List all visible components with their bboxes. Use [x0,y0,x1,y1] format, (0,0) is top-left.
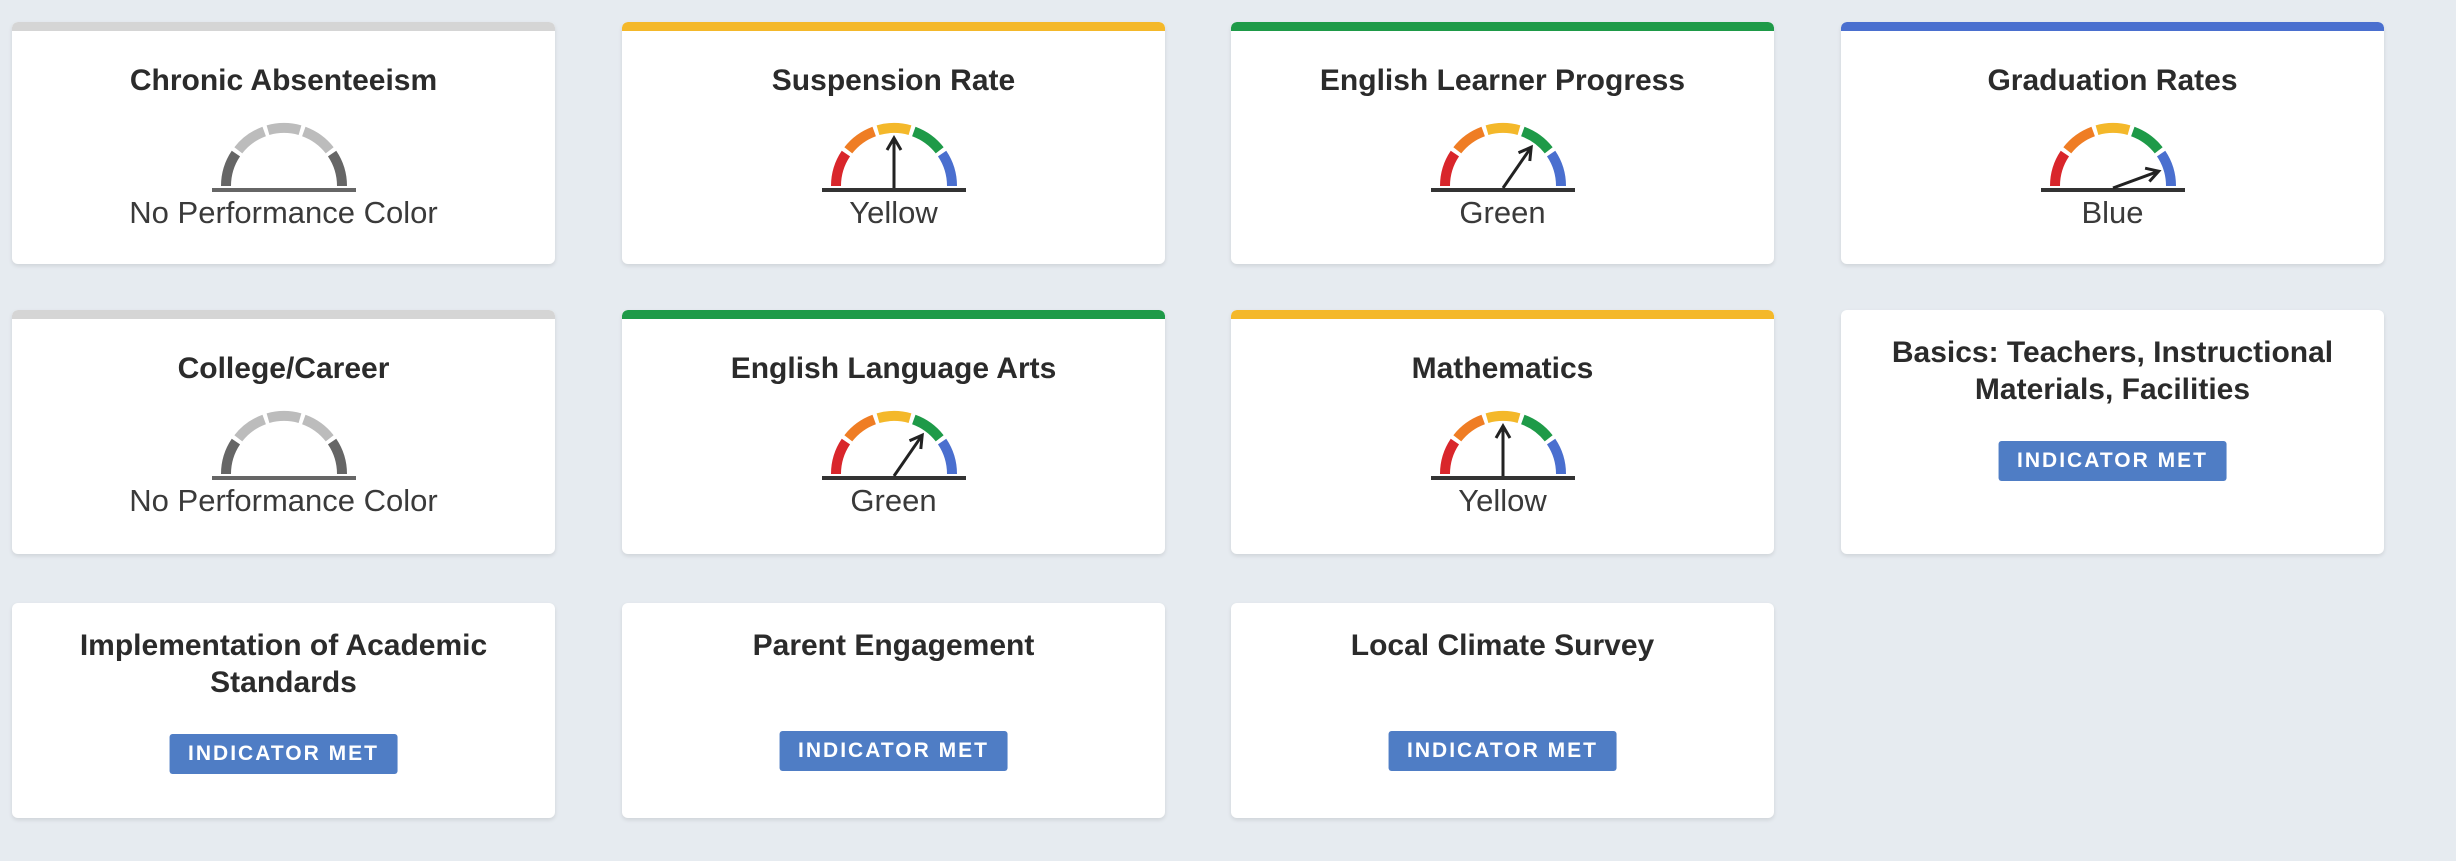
performance-gauge-icon [821,122,966,192]
performance-status: Green [1459,195,1546,230]
card-title: English Language Arts [730,352,1057,385]
performance-status: Yellow [849,195,938,230]
performance-color-bar [1841,22,2384,31]
gauge-segment [220,150,240,187]
card-title: Implementation of Academic Standards [22,627,545,701]
gauge-segment [1439,150,1459,187]
english-learner-progress-card[interactable]: English Learner Progress Green [1231,22,1774,264]
college-career-card[interactable]: College/Career No Performance Color [12,310,555,554]
gauge-segment [327,150,347,187]
gauge-segment [327,438,347,475]
chronic-absenteeism-card[interactable]: Chronic Absenteeism No Performance Color [12,22,555,264]
gauge-segment [233,126,266,154]
performance-gauge-icon [211,410,356,480]
indicator-met-badge: INDICATOR MET [169,734,398,774]
english-language-arts-card[interactable]: English Language Arts Green [622,310,1165,554]
gauge-segment [266,122,301,136]
gauge-segment [301,414,334,442]
parent-engagement-card[interactable]: Parent Engagement INDICATOR MET [622,603,1165,818]
gauge-segment [830,438,850,475]
card-title: English Learner Progress [1319,64,1686,97]
performance-gauge-icon [2040,122,2185,192]
gauge-segment [876,410,911,424]
card-title-line: Basics: Teachers, Instructional [1891,336,2334,369]
gauge-segment [937,150,957,187]
suspension-rate-card[interactable]: Suspension Rate Yellow [622,22,1165,264]
performance-status: No Performance Color [129,483,438,518]
card-title: Suspension Rate [771,64,1016,97]
gauge-segment [2095,122,2130,136]
indicator-met-badge: INDICATOR MET [1388,731,1617,771]
gauge-segment [843,126,876,154]
gauge-segment [1520,414,1553,442]
gauge-segment [266,410,301,424]
implementation-of-academic-standards-card[interactable]: Implementation of Academic Standards IND… [12,603,555,818]
gauge-segment [843,414,876,442]
performance-color-bar [622,310,1165,319]
card-title: Local Climate Survey [1350,629,1655,662]
card-title: Mathematics [1411,352,1594,385]
performance-color-bar [12,22,555,31]
gauge-segment [2049,150,2069,187]
indicator-met-badge: INDICATOR MET [1998,441,2227,481]
gauge-segment [1452,414,1485,442]
gauge-segment [301,126,334,154]
performance-gauge-icon [1430,410,1575,480]
card-title-line: Standards [210,666,357,699]
gauge-segment [1452,126,1485,154]
card-title: Basics: Teachers, Instructional Material… [1851,334,2374,408]
gauge-segment [1520,126,1553,154]
card-title-line: Implementation of Academic [79,629,488,662]
graduation-rates-card[interactable]: Graduation Rates Blue [1841,22,2384,264]
card-title: Parent Engagement [752,629,1035,662]
local-climate-survey-card[interactable]: Local Climate Survey INDICATOR MET [1231,603,1774,818]
gauge-segment [233,414,266,442]
card-title-line: Materials, Facilities [1974,373,2251,406]
gauge-segment [1485,122,1520,136]
dashboard: { "colors": { "red": "#d9262b", "orange"… [0,0,2456,861]
gauge-segment [2156,150,2176,187]
gauge-segment [2062,126,2095,154]
gauge-segment [911,126,944,154]
card-title: College/Career [177,352,390,385]
basics-card[interactable]: Basics: Teachers, Instructional Material… [1841,310,2384,554]
performance-status: Green [850,483,937,518]
gauge-segment [1546,150,1566,187]
gauge-segment [1485,410,1520,424]
performance-color-bar [12,310,555,319]
card-title: Graduation Rates [1987,64,2238,97]
gauge-segment [2130,126,2163,154]
indicator-met-badge: INDICATOR MET [779,731,1008,771]
gauge-segment [937,438,957,475]
performance-gauge-icon [211,122,356,192]
gauge-needle [1501,146,1532,189]
performance-gauge-icon [1430,122,1575,192]
performance-status: Blue [2081,195,2144,230]
gauge-segment [876,122,911,136]
gauge-segment [1439,438,1459,475]
performance-color-bar [622,22,1165,31]
performance-gauge-icon [821,410,966,480]
performance-status: Yellow [1458,483,1547,518]
gauge-segment [1546,438,1566,475]
gauge-segment [220,438,240,475]
performance-status: No Performance Color [129,195,438,230]
gauge-segment [830,150,850,187]
performance-color-bar [1231,22,1774,31]
gauge-needle [892,434,923,477]
mathematics-card[interactable]: Mathematics Yellow [1231,310,1774,554]
card-title: Chronic Absenteeism [129,64,438,97]
performance-color-bar [1231,310,1774,319]
gauge-segment [911,414,944,442]
